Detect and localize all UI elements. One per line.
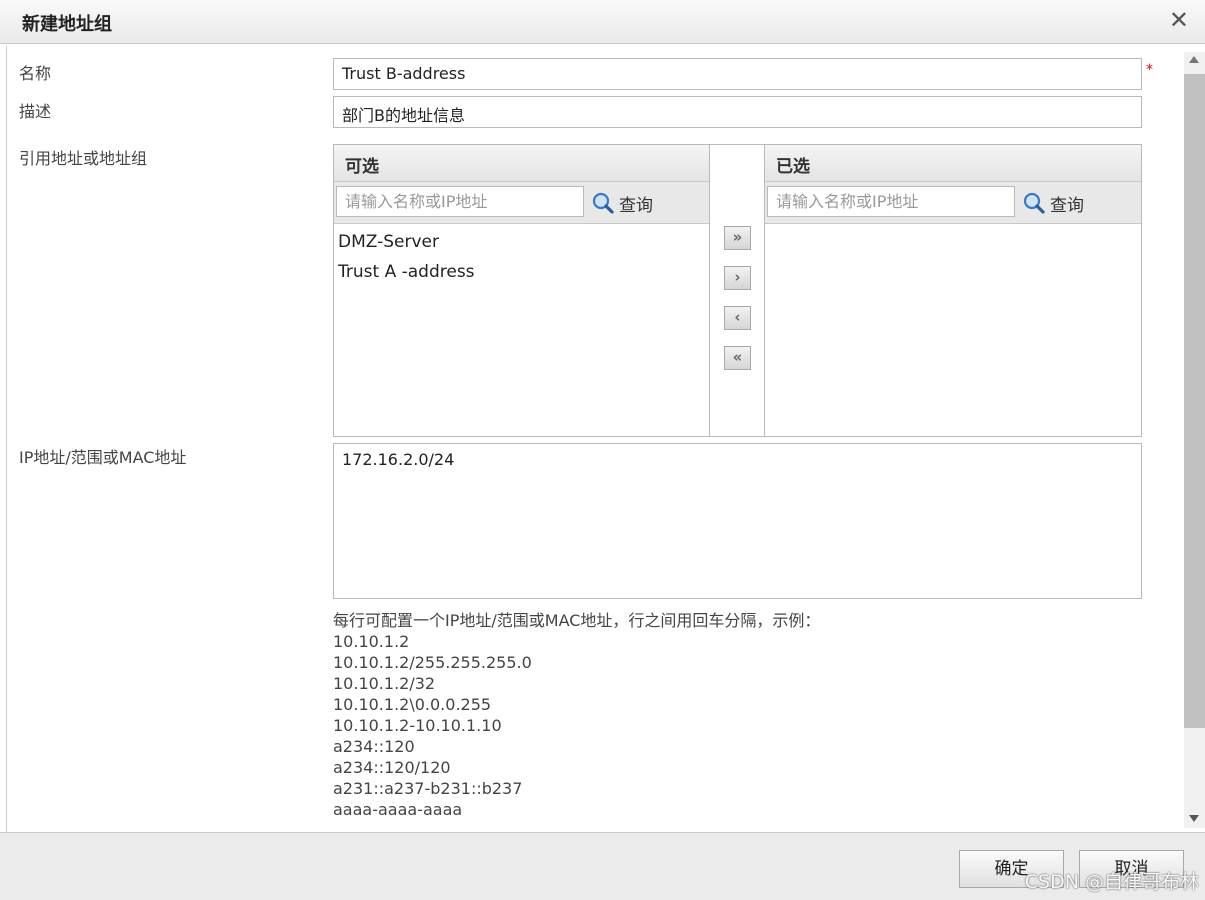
remove-all-button[interactable]: «: [724, 346, 751, 370]
list-item[interactable]: DMZ-Server: [334, 228, 709, 258]
description-input[interactable]: 部门B的地址信息: [333, 96, 1142, 128]
selected-pane: 已选 查询: [764, 144, 1142, 437]
available-search-input[interactable]: [336, 186, 584, 217]
dialog-title: 新建地址组: [22, 14, 112, 35]
hint-line: 每行可配置一个IP地址/范围或MAC地址，行之间用回车分隔，示例：: [333, 611, 821, 630]
hint-line: a234::120: [333, 737, 415, 756]
scrollbar-thumb[interactable]: [1184, 74, 1205, 728]
close-icon[interactable]: ✕: [1169, 8, 1189, 32]
description-label: 描述: [19, 102, 52, 121]
dialog-footer: 确定 取消 CSDN @自律哥布林: [0, 832, 1205, 900]
ip-label: IP地址/范围或MAC地址: [19, 448, 187, 467]
reference-label: 引用地址或地址组: [19, 149, 148, 168]
remove-button[interactable]: ‹: [724, 306, 751, 330]
scroll-up-icon[interactable]: [1189, 56, 1199, 63]
move-buttons: » › ‹ «: [710, 144, 764, 437]
hint-line: 10.10.1.2/255.255.255.0: [333, 653, 532, 672]
hint-line: a231::a237-b231::b237: [333, 779, 523, 798]
ip-textarea[interactable]: 172.16.2.0/24: [333, 443, 1142, 599]
hint-line: 10.10.1.2\0.0.0.255: [333, 695, 492, 714]
selected-search-button[interactable]: 查询: [1023, 190, 1084, 216]
selected-search-bar: 查询: [765, 182, 1141, 224]
available-search-bar: 查询: [334, 182, 709, 224]
vertical-scrollbar[interactable]: [1184, 52, 1205, 828]
available-pane: 可选 查询 DMZ-Server Trust A -address: [333, 144, 710, 437]
selected-search-label: 查询: [1050, 195, 1084, 216]
selected-list[interactable]: [765, 224, 1141, 232]
available-search-button[interactable]: 查询: [592, 190, 653, 216]
available-search-label: 查询: [619, 195, 653, 216]
scroll-down-icon[interactable]: [1189, 815, 1199, 822]
hint-line: 10.10.1.2: [333, 632, 410, 651]
hint-line: 10.10.1.2-10.10.1.10: [333, 716, 502, 735]
available-header: 可选: [334, 145, 709, 182]
ip-hint: 每行可配置一个IP地址/范围或MAC地址，行之间用回车分隔，示例： 10.10.…: [333, 610, 820, 820]
watermark: CSDN @自律哥布林: [1024, 871, 1199, 893]
magnifier-icon: [592, 192, 614, 214]
selected-header: 已选: [765, 145, 1141, 182]
dialog-content: 名称 Trust B-address * 描述 部门B的地址信息 引用地址或地址…: [6, 46, 1182, 832]
magnifier-icon: [1023, 192, 1045, 214]
add-all-button[interactable]: »: [724, 226, 751, 250]
dialog-titlebar: 新建地址组 ✕: [0, 0, 1205, 44]
hint-line: 10.10.1.2/32: [333, 674, 436, 693]
address-picker: 可选 查询 DMZ-Server Trust A -address » › ‹: [333, 144, 1142, 437]
hint-line: aaaa-aaaa-aaaa: [333, 800, 463, 819]
required-mark: *: [1146, 62, 1153, 78]
add-button[interactable]: ›: [724, 266, 751, 290]
list-item[interactable]: Trust A -address: [334, 258, 709, 288]
hint-line: a234::120/120: [333, 758, 451, 777]
available-list: DMZ-Server Trust A -address: [334, 224, 709, 292]
name-input[interactable]: Trust B-address: [333, 58, 1142, 90]
selected-search-input[interactable]: [767, 186, 1015, 217]
name-label: 名称: [19, 64, 52, 83]
